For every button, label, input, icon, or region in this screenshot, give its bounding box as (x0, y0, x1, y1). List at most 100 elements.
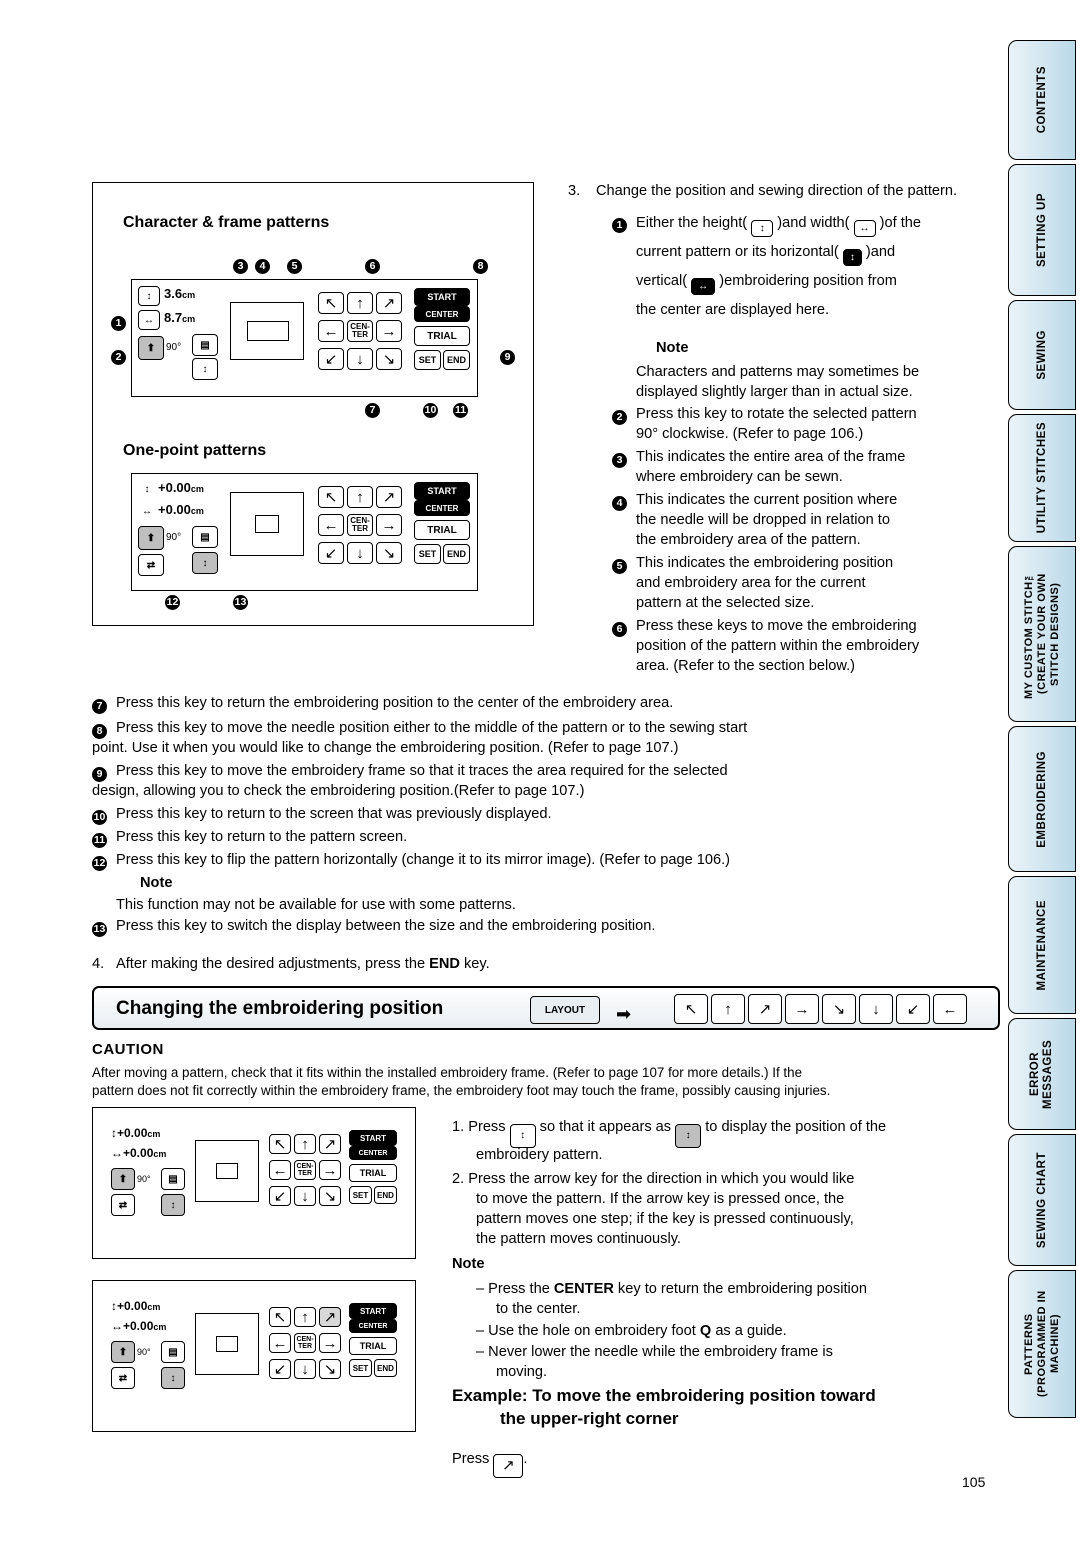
side-tab-sewing-chart[interactable]: SEWING CHART (1008, 1134, 1076, 1266)
arrow-down-right-key[interactable]: ↘ (822, 994, 856, 1024)
trial-key[interactable]: TRIAL (414, 520, 470, 540)
arrow-up-key[interactable]: ↑ (347, 486, 373, 508)
note-1-line1: Characters and patterns may sometimes be (636, 364, 920, 380)
end-key[interactable]: END (443, 350, 470, 370)
trial-key[interactable]: TRIAL (349, 1164, 397, 1182)
center-black-key[interactable]: CENTER (414, 306, 470, 322)
arrow-down-left-key[interactable]: ↙ (269, 1186, 291, 1206)
arrow-right-key[interactable]: → (376, 514, 402, 536)
trial-key[interactable]: TRIAL (349, 1337, 397, 1355)
arrow-down-key[interactable]: ↓ (294, 1359, 316, 1379)
position-toggle-key[interactable]: ↕ (509, 1123, 536, 1148)
arrow-right-key[interactable]: → (319, 1160, 341, 1180)
side-tab-error-messages[interactable]: ERROR MESSAGES (1008, 1018, 1076, 1130)
arrow-left-key[interactable]: ← (269, 1160, 291, 1180)
item-9-line2: design, allowing you to check the embroi… (92, 783, 585, 799)
arrow-up-left-key[interactable]: ↖ (269, 1134, 291, 1154)
arrow-up-key[interactable]: ↑ (347, 292, 373, 314)
center-black-key[interactable]: CENTER (349, 1146, 397, 1160)
arrow-down-right-key[interactable]: ↘ (376, 348, 402, 370)
center-black-key[interactable]: CENTER (349, 1319, 397, 1333)
arrow-down-key[interactable]: ↓ (294, 1186, 316, 1206)
side-tab-utility-stitches[interactable]: UTILITY STITCHES (1008, 414, 1076, 542)
arrow-left-key[interactable]: ← (269, 1333, 291, 1353)
position-toggle-key[interactable]: ↕ (192, 358, 218, 380)
arrow-down-left-key[interactable]: ↙ (269, 1359, 291, 1379)
arrow-right-key[interactable]: → (785, 994, 819, 1024)
rotate-key[interactable]: ⬆ (138, 336, 164, 360)
side-tab-setting-up[interactable]: SETTING UP (1008, 164, 1076, 296)
side-tab-label: CONTENTS (1035, 66, 1048, 134)
end-key[interactable]: END (443, 544, 470, 564)
arrow-down-key[interactable]: ↓ (347, 348, 373, 370)
set-key[interactable]: SET (414, 350, 441, 370)
arrow-down-left-key[interactable]: ↙ (318, 542, 344, 564)
rotate-key[interactable]: ⬆ (111, 1341, 135, 1363)
arrow-right-key[interactable]: → (376, 320, 402, 342)
trial-key[interactable]: TRIAL (414, 326, 470, 346)
arrow-up-left-key[interactable]: ↖ (318, 486, 344, 508)
set-key[interactable]: SET (349, 1359, 372, 1377)
item-4-line3: the embroidery area of the pattern. (636, 532, 861, 548)
center-key[interactable]: CEN- TER (347, 320, 373, 342)
position-toggle-key[interactable]: ↕ (192, 552, 218, 574)
rotate-key[interactable]: ⬆ (111, 1168, 135, 1190)
arrow-down-key[interactable]: ↓ (347, 542, 373, 564)
layout-key[interactable]: LAYOUT (530, 996, 600, 1024)
side-tab-sewing[interactable]: SEWING (1008, 300, 1076, 410)
arrow-down-key[interactable]: ↓ (859, 994, 893, 1024)
start-key[interactable]: START (414, 482, 470, 500)
arrow-up-left-key[interactable]: ↖ (674, 994, 708, 1024)
start-key[interactable]: START (414, 288, 470, 306)
arrow-up-key[interactable]: ↑ (294, 1134, 316, 1154)
set-key[interactable]: SET (414, 544, 441, 564)
mirror-key[interactable]: ⇄ (111, 1194, 135, 1216)
arrow-left-key[interactable]: ← (318, 514, 344, 536)
side-tab-contents[interactable]: CONTENTS (1008, 40, 1076, 160)
size-key[interactable]: ▤ (161, 1168, 185, 1190)
side-tab-embroidering[interactable]: EMBROIDERING (1008, 726, 1076, 872)
arrow-left-key[interactable]: ← (933, 994, 967, 1024)
arrow-down-right-key[interactable]: ↘ (319, 1186, 341, 1206)
side-tab-maintenance[interactable]: MAINTENANCE (1008, 876, 1076, 1014)
start-key[interactable]: START (349, 1303, 397, 1319)
center-black-key[interactable]: CENTER (414, 500, 470, 516)
start-key[interactable]: START (349, 1130, 397, 1146)
arrow-up-right-key[interactable]: ↗ (319, 1134, 341, 1154)
size-key[interactable]: ▤ (192, 334, 218, 356)
end-key[interactable]: END (374, 1359, 397, 1377)
side-tab-patterns[interactable]: PATTERNS (PROGRAMMED IN MACHINE) (1008, 1270, 1076, 1418)
center-key[interactable]: CEN- TER (294, 1333, 316, 1353)
arrow-up-key[interactable]: ↑ (294, 1307, 316, 1327)
arrow-right-key[interactable]: → (319, 1333, 341, 1353)
arrow-up-left-key[interactable]: ↖ (318, 292, 344, 314)
position-toggle-key-active[interactable]: ↕ (675, 1123, 702, 1148)
set-key[interactable]: SET (349, 1186, 372, 1204)
arrow-up-key[interactable]: ↑ (711, 994, 745, 1024)
rotate-key[interactable]: ⬆ (138, 526, 164, 550)
size-key[interactable]: ▤ (161, 1341, 185, 1363)
arrow-up-right-key[interactable]: ↗ (376, 486, 402, 508)
mirror-key[interactable]: ⇄ (111, 1367, 135, 1389)
arrow-down-right-key[interactable]: ↘ (319, 1359, 341, 1379)
side-tab-my-custom-stitch[interactable]: MY CUSTOM STITCH™ (CREATE YOUR OWN STITC… (1008, 546, 1076, 722)
arrow-up-right-key[interactable]: ↗ (376, 292, 402, 314)
arrow-up-right-key[interactable]: ↗ (493, 1453, 524, 1478)
arrow-down-left-key[interactable]: ↙ (896, 994, 930, 1024)
arrow-down-right-key[interactable]: ↘ (376, 542, 402, 564)
height-icon: ↕ (751, 220, 774, 238)
arrow-left-key[interactable]: ← (318, 320, 344, 342)
position-toggle-key[interactable]: ↕ (161, 1367, 185, 1389)
center-key[interactable]: CEN- TER (294, 1160, 316, 1180)
end-key[interactable]: END (374, 1186, 397, 1204)
bottom-note-2: – Use the hole on embroidery foot Q as a… (476, 1323, 787, 1339)
position-toggle-key[interactable]: ↕ (161, 1194, 185, 1216)
pattern-preview-box (255, 515, 279, 533)
center-key[interactable]: CEN- TER (347, 514, 373, 536)
arrow-up-right-key[interactable]: ↗ (748, 994, 782, 1024)
arrow-up-left-key[interactable]: ↖ (269, 1307, 291, 1327)
size-key[interactable]: ▤ (192, 526, 218, 548)
arrow-up-right-key[interactable]: ↗ (319, 1307, 341, 1327)
mirror-key[interactable]: ⇄ (138, 554, 164, 576)
arrow-down-left-key[interactable]: ↙ (318, 348, 344, 370)
